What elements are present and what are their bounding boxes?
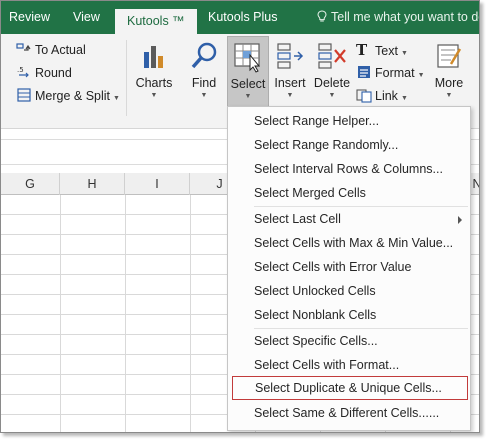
format-label: Format [375, 66, 415, 80]
ribbon-separator [126, 40, 127, 116]
menu-item-select-last-cell-label: Select Last Cell [254, 212, 341, 226]
lightbulb-icon [317, 10, 327, 22]
delete-button[interactable]: Delete ▼ [312, 36, 352, 106]
menu-item-select-unlocked-cells[interactable]: Select Unlocked Cells [254, 280, 464, 302]
select-label: Select [230, 77, 266, 91]
tab-kutools-plus[interactable]: Kutools Plus [208, 1, 277, 34]
menu-item-select-error-value[interactable]: Select Cells with Error Value [254, 256, 464, 278]
link-icon [356, 89, 372, 103]
round-button[interactable]: .5 Round [16, 63, 72, 83]
submenu-arrow-icon [458, 216, 462, 224]
column-header-g[interactable]: G [1, 173, 60, 195]
find-caret-icon: ▼ [200, 92, 208, 99]
merge-split-caret-icon: ▼ [113, 95, 120, 102]
column-header-i[interactable]: I [125, 173, 190, 195]
more-icon [437, 44, 462, 68]
tab-review[interactable]: Review [9, 1, 50, 34]
charts-caret-icon: ▼ [150, 92, 158, 99]
round-label: Round [35, 66, 72, 80]
delete-caret-icon: ▼ [328, 92, 336, 99]
select-dropdown-menu: Select Range Helper... Select Range Rand… [227, 106, 471, 431]
excel-window: Review View Kutools ™ Kutools Plus Tell … [0, 0, 480, 433]
text-label: Text [375, 44, 398, 58]
to-actual-button[interactable]: To Actual [16, 40, 86, 60]
menu-item-select-same-different-cells[interactable]: Select Same & Different Cells...... [254, 402, 464, 424]
delete-icon [318, 43, 346, 69]
menu-separator [254, 206, 468, 207]
format-button[interactable]: Format ▼ [356, 63, 425, 83]
tab-view[interactable]: View [73, 1, 100, 34]
insert-label: Insert [274, 76, 306, 90]
charts-label: Charts [135, 76, 173, 90]
charts-icon [144, 46, 163, 68]
delete-label: Delete [313, 76, 351, 90]
insert-icon [277, 43, 304, 69]
tab-kutools[interactable]: Kutools ™ [115, 9, 197, 34]
merge-split-label: Merge & Split [35, 89, 111, 103]
menu-item-select-cells-with-format[interactable]: Select Cells with Format... [254, 354, 464, 376]
menu-separator [254, 328, 468, 329]
to-actual-icon [16, 43, 31, 51]
menu-item-select-interval-rows-columns[interactable]: Select Interval Rows & Columns... [254, 158, 464, 180]
menu-item-select-nonblank-cells[interactable]: Select Nonblank Cells [254, 304, 464, 326]
menu-item-select-last-cell[interactable]: Select Last Cell [254, 208, 464, 230]
charts-button[interactable]: Charts ▼ [132, 36, 176, 106]
find-label: Find [191, 76, 217, 90]
select-caret-icon: ▼ [244, 93, 252, 100]
svg-text:.5: .5 [17, 66, 24, 74]
find-icon [191, 42, 217, 69]
menu-item-select-merged-cells[interactable]: Select Merged Cells [254, 182, 464, 204]
more-button[interactable]: More ▼ [429, 36, 469, 106]
tell-me-text: Tell me what you want to do... [331, 10, 480, 24]
insert-caret-icon: ▼ [286, 92, 294, 99]
format-icon [358, 66, 370, 78]
link-button[interactable]: Link ▼ [356, 86, 408, 106]
round-icon: .5 [17, 66, 29, 78]
text-icon: T [356, 41, 368, 59]
more-label: More [434, 76, 464, 90]
to-actual-label: To Actual [35, 43, 86, 57]
find-button[interactable]: Find ▼ [183, 36, 225, 106]
format-caret-icon: ▼ [417, 72, 425, 79]
menu-item-select-range-randomly[interactable]: Select Range Randomly... [254, 134, 464, 156]
select-icon [234, 43, 261, 73]
text-button[interactable]: T Text ▼ [356, 40, 408, 60]
text-caret-icon: ▼ [400, 50, 408, 57]
menu-item-select-max-min[interactable]: Select Cells with Max & Min Value... [254, 232, 464, 254]
link-caret-icon: ▼ [400, 95, 408, 102]
select-button[interactable]: Select ▼ [227, 36, 269, 108]
merge-split-button[interactable]: Merge & Split ▼ [16, 86, 120, 106]
more-caret-icon: ▼ [445, 92, 453, 99]
merge-split-icon [17, 88, 31, 102]
tell-me-search[interactable]: Tell me what you want to do... [317, 1, 480, 34]
ribbon-tab-bar: Review View Kutools ™ Kutools Plus Tell … [1, 1, 479, 34]
column-header-h[interactable]: H [60, 173, 125, 195]
insert-button[interactable]: Insert ▼ [271, 36, 309, 106]
menu-item-select-range-helper[interactable]: Select Range Helper... [254, 110, 464, 132]
menu-item-select-specific-cells[interactable]: Select Specific Cells... [254, 330, 464, 352]
link-label: Link [375, 89, 398, 103]
menu-item-select-duplicate-unique-cells[interactable]: Select Duplicate & Unique Cells... [232, 376, 468, 400]
